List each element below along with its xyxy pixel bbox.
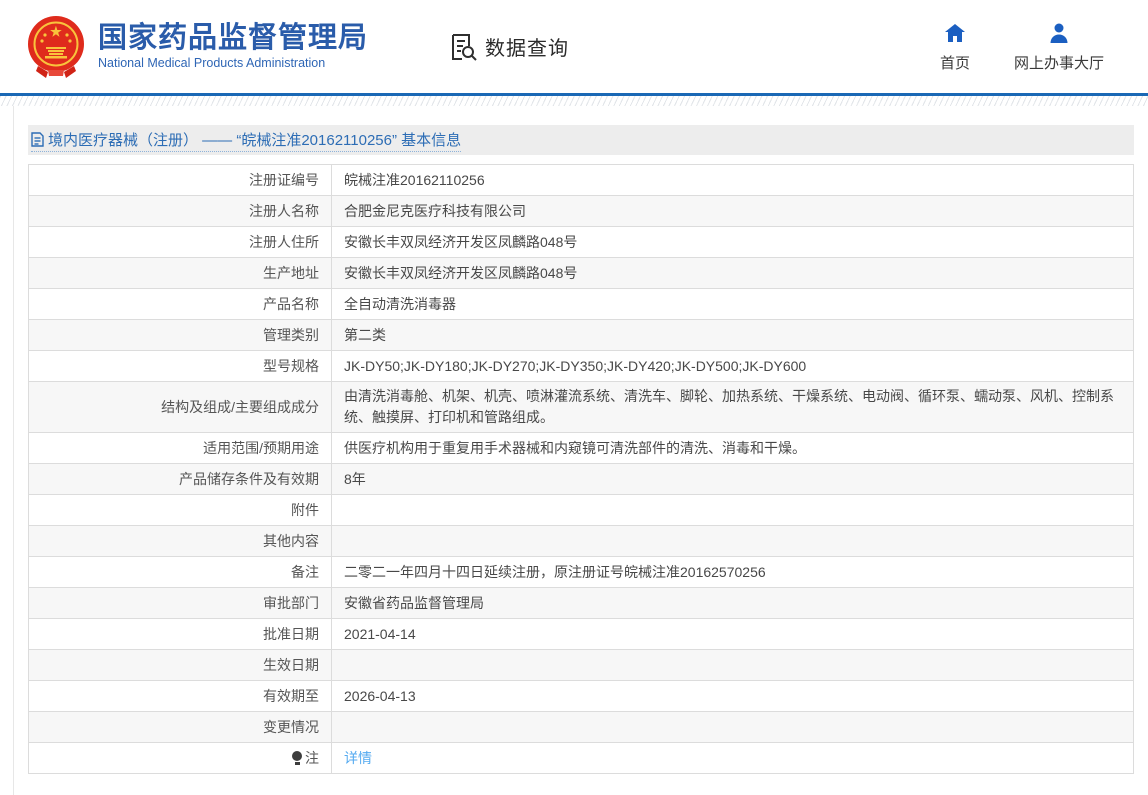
nmpa-logo-block[interactable]: 国家药品监督管理局 National Medical Products Admi… bbox=[24, 14, 368, 80]
nav-item-label: 网上办事大厅 bbox=[1014, 52, 1104, 73]
table-row: 注册人住所安徽长丰双凤经济开发区凤麟路048号 bbox=[29, 227, 1134, 258]
row-value: 安徽长丰双凤经济开发区凤麟路048号 bbox=[332, 227, 1134, 258]
row-label: 批准日期 bbox=[29, 619, 332, 650]
table-row: 注册证编号皖械注准20162110256 bbox=[29, 165, 1134, 196]
row-label: 有效期至 bbox=[29, 681, 332, 712]
row-label: 生效日期 bbox=[29, 650, 332, 681]
data-query-label: 数据查询 bbox=[485, 32, 569, 61]
nav-item-home[interactable]: 首页 bbox=[940, 21, 970, 73]
agency-name-en: National Medical Products Administration bbox=[98, 56, 368, 70]
row-label: 审批部门 bbox=[29, 588, 332, 619]
detail-link[interactable]: 详情 bbox=[344, 750, 372, 766]
table-row: 审批部门安徽省药品监督管理局 bbox=[29, 588, 1134, 619]
table-row: 型号规格JK-DY50;JK-DY180;JK-DY270;JK-DY350;J… bbox=[29, 351, 1134, 382]
row-label: 注 bbox=[29, 743, 332, 774]
national-emblem-icon bbox=[24, 14, 88, 80]
table-row: 其他内容 bbox=[29, 526, 1134, 557]
header-nav: 首页 网上办事大厅 bbox=[940, 21, 1118, 73]
agency-names: 国家药品监督管理局 National Medical Products Admi… bbox=[98, 23, 368, 71]
nav-item-label: 首页 bbox=[940, 52, 970, 73]
row-label: 管理类别 bbox=[29, 320, 332, 351]
row-value: 安徽省药品监督管理局 bbox=[332, 588, 1134, 619]
row-label: 注册人名称 bbox=[29, 196, 332, 227]
page-left-border bbox=[13, 106, 14, 795]
row-label: 适用范围/预期用途 bbox=[29, 433, 332, 464]
row-value: 8年 bbox=[332, 464, 1134, 495]
breadcrumb[interactable]: 境内医疗器械（注册） —— “皖械注准20162110256” 基本信息 bbox=[31, 129, 461, 152]
striped-band bbox=[0, 96, 1148, 106]
table-row: 变更情况 bbox=[29, 712, 1134, 743]
nav-item-service-hall[interactable]: 网上办事大厅 bbox=[1014, 21, 1104, 73]
breadcrumb-bar: 境内医疗器械（注册） —— “皖械注准20162110256” 基本信息 bbox=[28, 125, 1134, 155]
row-value: 全自动清洗消毒器 bbox=[332, 289, 1134, 320]
bulb-icon bbox=[292, 751, 302, 765]
user-icon bbox=[1047, 21, 1071, 45]
table-row: 结构及组成/主要组成成分由清洗消毒舱、机架、机壳、喷淋灌流系统、清洗车、脚轮、加… bbox=[29, 382, 1134, 433]
table-row: 批准日期2021-04-14 bbox=[29, 619, 1134, 650]
row-value bbox=[332, 495, 1134, 526]
row-value: 2021-04-14 bbox=[332, 619, 1134, 650]
row-label: 附件 bbox=[29, 495, 332, 526]
row-value: 第二类 bbox=[332, 320, 1134, 351]
table-row: 生产地址安徽长丰双凤经济开发区凤麟路048号 bbox=[29, 258, 1134, 289]
table-row: 附件 bbox=[29, 495, 1134, 526]
row-label: 型号规格 bbox=[29, 351, 332, 382]
table-row: 生效日期 bbox=[29, 650, 1134, 681]
data-query-section[interactable]: 数据查询 bbox=[448, 32, 569, 62]
home-icon bbox=[943, 21, 967, 45]
table-row: 注详情 bbox=[29, 743, 1134, 774]
table-row: 备注二零二一年四月十四日延续注册，原注册证号皖械注准20162570256 bbox=[29, 557, 1134, 588]
row-label: 产品名称 bbox=[29, 289, 332, 320]
row-label: 生产地址 bbox=[29, 258, 332, 289]
site-header: 国家药品监督管理局 National Medical Products Admi… bbox=[0, 0, 1148, 93]
info-table-body: 注册证编号皖械注准20162110256注册人名称合肥金尼克医疗科技有限公司注册… bbox=[29, 165, 1134, 774]
row-label: 备注 bbox=[29, 557, 332, 588]
table-row: 有效期至2026-04-13 bbox=[29, 681, 1134, 712]
row-value: 合肥金尼克医疗科技有限公司 bbox=[332, 196, 1134, 227]
row-value: 详情 bbox=[332, 743, 1134, 774]
row-value: 2026-04-13 bbox=[332, 681, 1134, 712]
row-value: 皖械注准20162110256 bbox=[332, 165, 1134, 196]
row-value: 由清洗消毒舱、机架、机壳、喷淋灌流系统、清洗车、脚轮、加热系统、干燥系统、电动阀… bbox=[332, 382, 1134, 433]
main-content: 境内医疗器械（注册） —— “皖械注准20162110256” 基本信息 注册证… bbox=[0, 106, 1148, 774]
row-value bbox=[332, 526, 1134, 557]
page-title: 境内医疗器械（注册） —— “皖械注准20162110256” 基本信息 bbox=[48, 129, 461, 150]
table-row: 产品储存条件及有效期8年 bbox=[29, 464, 1134, 495]
row-value bbox=[332, 650, 1134, 681]
row-value: 供医疗机构用于重复用手术器械和内窥镜可清洗部件的清洗、消毒和干燥。 bbox=[332, 433, 1134, 464]
row-label: 变更情况 bbox=[29, 712, 332, 743]
row-value: 二零二一年四月十四日延续注册，原注册证号皖械注准20162570256 bbox=[332, 557, 1134, 588]
row-label: 产品储存条件及有效期 bbox=[29, 464, 332, 495]
row-value: 安徽长丰双凤经济开发区凤麟路048号 bbox=[332, 258, 1134, 289]
table-row: 注册人名称合肥金尼克医疗科技有限公司 bbox=[29, 196, 1134, 227]
row-label: 其他内容 bbox=[29, 526, 332, 557]
document-icon bbox=[31, 132, 44, 147]
row-label: 结构及组成/主要组成成分 bbox=[29, 382, 332, 433]
registration-info-table: 注册证编号皖械注准20162110256注册人名称合肥金尼克医疗科技有限公司注册… bbox=[28, 164, 1134, 774]
table-row: 管理类别第二类 bbox=[29, 320, 1134, 351]
table-row: 适用范围/预期用途供医疗机构用于重复用手术器械和内窥镜可清洗部件的清洗、消毒和干… bbox=[29, 433, 1134, 464]
row-label: 注册证编号 bbox=[29, 165, 332, 196]
row-value bbox=[332, 712, 1134, 743]
agency-name-cn: 国家药品监督管理局 bbox=[98, 23, 368, 55]
table-row: 产品名称全自动清洗消毒器 bbox=[29, 289, 1134, 320]
row-value: JK-DY50;JK-DY180;JK-DY270;JK-DY350;JK-DY… bbox=[332, 351, 1134, 382]
document-search-icon bbox=[448, 32, 478, 62]
row-label: 注册人住所 bbox=[29, 227, 332, 258]
